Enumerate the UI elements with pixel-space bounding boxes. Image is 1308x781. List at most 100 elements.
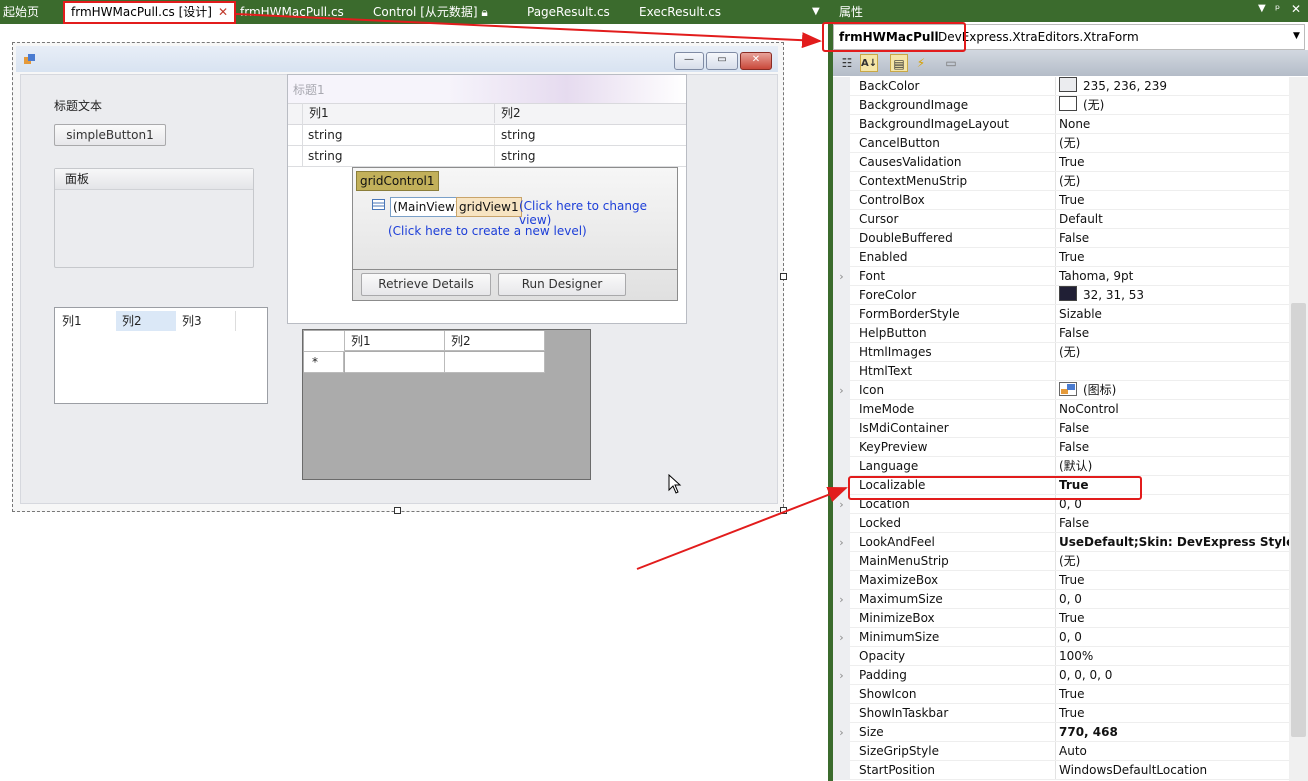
property-value[interactable]: Auto xyxy=(1059,742,1087,761)
minimize-button[interactable]: — xyxy=(674,52,704,70)
property-row-causesvalidation[interactable]: CausesValidation True xyxy=(833,153,1289,172)
property-value[interactable]: (无) xyxy=(1059,343,1080,362)
maximize-button[interactable]: ▭ xyxy=(706,52,738,70)
tab-control-metadata[interactable]: Control [从元数据] 🔒︎ xyxy=(373,2,488,22)
property-row-locked[interactable]: Locked False xyxy=(833,514,1289,533)
property-value[interactable]: 0, 0 xyxy=(1059,628,1082,647)
retrieve-details-button[interactable]: Retrieve Details xyxy=(361,273,491,296)
events-lightning-icon[interactable]: ⚡ xyxy=(912,54,930,72)
property-row-font[interactable]: › Font Tahoma, 9pt xyxy=(833,267,1289,286)
property-value[interactable]: True xyxy=(1059,685,1085,704)
property-value[interactable]: False xyxy=(1059,419,1089,438)
tab-start-page[interactable]: 起始页 xyxy=(3,2,39,22)
property-value[interactable]: (无) xyxy=(1059,172,1080,191)
property-value[interactable]: Tahoma, 9pt xyxy=(1059,267,1133,286)
property-value[interactable]: Sizable xyxy=(1059,305,1102,324)
property-value[interactable]: True xyxy=(1059,248,1085,267)
property-value[interactable]: (图标) xyxy=(1059,381,1116,400)
property-row-helpbutton[interactable]: HelpButton False xyxy=(833,324,1289,343)
expand-chevron-icon[interactable]: › xyxy=(833,590,850,609)
property-row-contextmenustrip[interactable]: ContextMenuStrip (无) xyxy=(833,172,1289,191)
grid-cell[interactable]: string xyxy=(302,125,494,145)
tab-frmhwmacpull-design[interactable]: frmHWMacPull.cs [设计] ✕ xyxy=(63,1,237,24)
chevron-down-icon[interactable]: ▼ xyxy=(1258,3,1266,14)
close-icon[interactable]: ✕ xyxy=(218,5,228,19)
property-row-doublebuffered[interactable]: DoubleBuffered False xyxy=(833,229,1289,248)
datagrid-column-header[interactable]: 列2 xyxy=(445,331,545,351)
property-row-showintaskbar[interactable]: ShowInTaskbar True xyxy=(833,704,1289,723)
expand-chevron-icon[interactable]: › xyxy=(833,495,850,514)
property-row-forecolor[interactable]: ForeColor 32, 31, 53 xyxy=(833,286,1289,305)
property-row-cancelbutton[interactable]: CancelButton (无) xyxy=(833,134,1289,153)
create-level-link[interactable]: (Click here to create a new level) xyxy=(388,224,587,238)
property-row-showicon[interactable]: ShowIcon True xyxy=(833,685,1289,704)
property-pages-icon[interactable]: ▭ xyxy=(942,54,960,72)
expand-chevron-icon[interactable]: › xyxy=(833,666,850,685)
property-row-enabled[interactable]: Enabled True xyxy=(833,248,1289,267)
expand-chevron-icon[interactable]: › xyxy=(833,381,850,400)
resize-handle-corner[interactable] xyxy=(780,507,787,514)
property-row-controlbox[interactable]: ControlBox True xyxy=(833,191,1289,210)
property-row-startposition[interactable]: StartPosition WindowsDefaultLocation xyxy=(833,761,1289,780)
properties-view-icon[interactable]: ▤ xyxy=(890,54,908,72)
property-row-size[interactable]: › Size 770, 468 xyxy=(833,723,1289,742)
property-row-keypreview[interactable]: KeyPreview False xyxy=(833,438,1289,457)
property-row-htmltext[interactable]: HtmlText xyxy=(833,362,1289,381)
run-designer-button[interactable]: Run Designer xyxy=(498,273,626,296)
close-button[interactable]: ✕ xyxy=(740,52,772,70)
property-value[interactable]: (无) xyxy=(1059,96,1104,115)
property-value[interactable]: 32, 31, 53 xyxy=(1059,286,1144,305)
scrollbar-thumb[interactable] xyxy=(1291,303,1306,737)
property-row-language[interactable]: Language (默认) xyxy=(833,457,1289,476)
property-row-sizegripstyle[interactable]: SizeGripStyle Auto xyxy=(833,742,1289,761)
property-value[interactable]: True xyxy=(1059,609,1085,628)
list-column-header[interactable]: 列3 xyxy=(176,311,236,331)
property-row-backgroundimagelayout[interactable]: BackgroundImageLayout None xyxy=(833,115,1289,134)
close-icon[interactable]: ✕ xyxy=(1291,2,1301,16)
property-row-maximizebox[interactable]: MaximizeBox True xyxy=(833,571,1289,590)
property-row-backgroundimage[interactable]: BackgroundImage (无) xyxy=(833,96,1289,115)
tab-pageresult[interactable]: PageResult.cs xyxy=(527,2,610,22)
alphabetical-icon[interactable]: A↓ xyxy=(860,54,878,72)
property-row-minimizebox[interactable]: MinimizeBox True xyxy=(833,609,1289,628)
expand-chevron-icon[interactable]: › xyxy=(833,267,850,286)
property-row-opacity[interactable]: Opacity 100% xyxy=(833,647,1289,666)
grid-column-header[interactable]: 列2 xyxy=(494,103,686,123)
property-value[interactable]: False xyxy=(1059,324,1089,343)
property-value[interactable]: True xyxy=(1059,191,1085,210)
property-value[interactable]: None xyxy=(1059,115,1090,134)
property-value[interactable]: 0, 0, 0, 0 xyxy=(1059,666,1112,685)
property-row-localizable[interactable]: Localizable True xyxy=(833,476,1289,495)
property-value[interactable]: (默认) xyxy=(1059,457,1092,476)
property-value[interactable]: NoControl xyxy=(1059,400,1119,419)
property-value[interactable]: UseDefault;Skin: DevExpress Style xyxy=(1059,533,1294,552)
expand-chevron-icon[interactable]: › xyxy=(833,533,850,552)
datagridview[interactable]: 列1 列2 * xyxy=(302,329,591,480)
list-column-header[interactable]: 列2 xyxy=(116,311,176,331)
property-grid-scrollbar[interactable] xyxy=(1289,77,1308,781)
property-row-backcolor[interactable]: BackColor 235, 236, 239 xyxy=(833,77,1289,96)
property-row-ismdicontainer[interactable]: IsMdiContainer False xyxy=(833,419,1289,438)
datagrid-cell[interactable] xyxy=(445,352,545,373)
property-row-htmlimages[interactable]: HtmlImages (无) xyxy=(833,343,1289,362)
grid-cell[interactable]: string xyxy=(494,125,686,145)
property-row-imemode[interactable]: ImeMode NoControl xyxy=(833,400,1289,419)
property-value[interactable]: 0, 0 xyxy=(1059,495,1082,514)
chevron-down-icon[interactable]: ▼ xyxy=(1293,31,1300,41)
property-value[interactable]: 235, 236, 239 xyxy=(1059,77,1167,96)
property-value[interactable]: False xyxy=(1059,438,1089,457)
expand-chevron-icon[interactable]: › xyxy=(833,628,850,647)
property-row-padding[interactable]: › Padding 0, 0, 0, 0 xyxy=(833,666,1289,685)
resize-handle-right[interactable] xyxy=(780,273,787,280)
property-row-formborderstyle[interactable]: FormBorderStyle Sizable xyxy=(833,305,1289,324)
property-value[interactable]: False xyxy=(1059,229,1089,248)
property-row-minimumsize[interactable]: › MinimumSize 0, 0 xyxy=(833,628,1289,647)
property-row-lookandfeel[interactable]: › LookAndFeel UseDefault;Skin: DevExpress … xyxy=(833,533,1294,552)
expand-chevron-icon[interactable]: › xyxy=(833,723,850,742)
change-view-link[interactable]: (Click here to change view) xyxy=(519,199,677,227)
property-value[interactable]: 770, 468 xyxy=(1059,723,1118,742)
list-view[interactable]: 列1 列2 列3 xyxy=(54,307,268,404)
property-row-icon[interactable]: › Icon (图标) xyxy=(833,381,1289,400)
property-value[interactable]: WindowsDefaultLocation xyxy=(1059,761,1207,780)
property-value[interactable]: True xyxy=(1059,704,1085,723)
